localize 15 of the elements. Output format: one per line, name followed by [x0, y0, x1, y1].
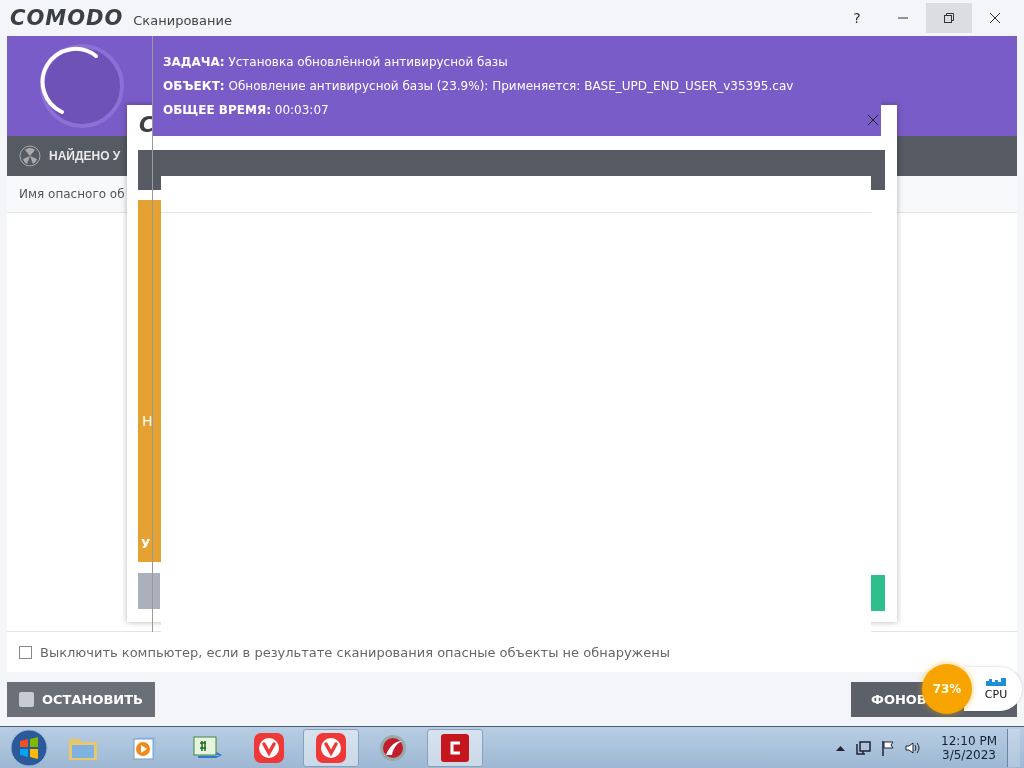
clock-time[interactable]: 12:10 PM — [941, 733, 997, 748]
clock-date[interactable]: 3/5/2023 — [942, 747, 996, 762]
panel-heading: Н — [142, 413, 153, 429]
help-button[interactable]: ? — [834, 3, 880, 33]
cpu-label: CPU — [984, 687, 1008, 701]
column-header: Имя опасного об — [19, 187, 125, 201]
checkbox-label: Выключить компьютер, если в результате сканирования опасные объекты не обнаружены — [40, 644, 671, 660]
time-text: ОБЩЕЕ ВРЕМЯ: 00:03:07 — [163, 103, 330, 117]
app-logo: COMODO — [10, 6, 124, 30]
object-text: ОБЪЕКТ: Обновление антивирусной базы (23.9%): Применяется: BASE_UPD_END_USER_v35395.cav — [163, 79, 795, 93]
window-title: Сканирование — [133, 12, 232, 28]
task-text: ЗАДАЧА: Установка обновлённой антивирусной базы — [163, 55, 509, 69]
panel-footer: У — [141, 537, 151, 551]
stop-button[interactable]: ОСТАНОВИТЬ — [7, 682, 156, 717]
found-label: НАЙДЕНО У — [49, 149, 121, 163]
